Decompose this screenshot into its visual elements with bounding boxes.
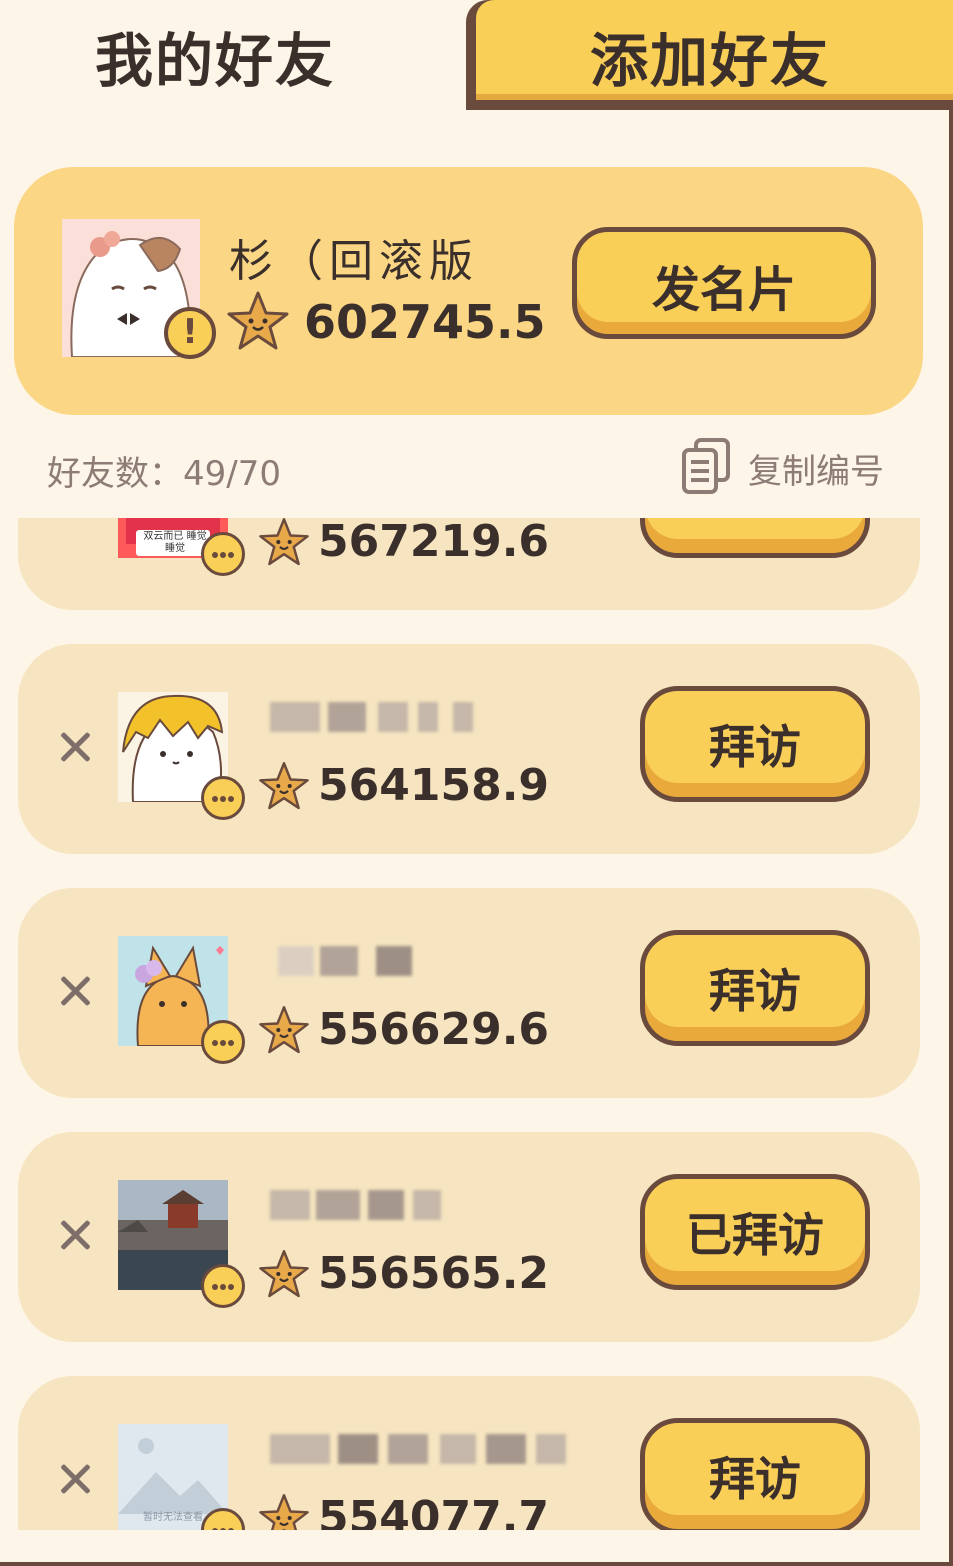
star-icon [259,518,309,566]
friend-row: 564158.9 拜访 [18,644,920,854]
copy-icon [682,438,730,494]
warning-badge-icon: ! [164,307,216,359]
send-card-button-label: 发名片 [651,262,796,318]
remove-friend-icon[interactable] [58,1218,92,1252]
friend-score: 556629.6 [318,1004,550,1055]
remove-friend-icon[interactable] [58,974,92,1008]
tab-my-friends[interactable]: 我的好友 [0,0,466,110]
visit-button-label: 拜访 [709,964,801,1018]
tab-add-friend-label: 添加好友 [590,27,831,95]
visit-button-label: 拜访 [709,1452,801,1506]
remove-friend-icon[interactable] [58,730,92,764]
copy-id-button[interactable]: 复制编号 [680,436,910,496]
remove-friend-icon[interactable] [58,518,92,520]
star-icon [227,291,289,350]
more-options-icon[interactable] [201,1264,245,1308]
friend-count: 好友数：49/70 [47,446,281,495]
friend-name-redacted [268,1182,608,1228]
star-icon [259,1494,309,1530]
send-card-button[interactable]: 发名片 [572,227,876,339]
friend-avatar-caption: 双云而已 睡觉睡觉 [143,531,207,554]
friend-score: 554077.7 [318,1492,550,1530]
self-name: 杉（回滚版 [229,236,479,287]
star-icon [259,1250,309,1298]
star-icon [259,762,309,810]
friend-score: 556565.2 [318,1248,550,1299]
remove-friend-icon[interactable] [58,1462,92,1496]
friend-score: 564158.9 [318,760,550,811]
visited-button[interactable]: 已拜访 [640,1174,870,1290]
friend-name-redacted [268,694,608,740]
friend-name-redacted [268,938,608,984]
more-options-icon[interactable] [201,776,245,820]
friend-score: 567219.6 [318,518,550,567]
star-icon [259,1006,309,1054]
tab-my-friends-label: 我的好友 [95,27,336,95]
friend-count-label: 好友数： [47,454,183,494]
friend-row: 556565.2 已拜访 [18,1132,920,1342]
visit-button[interactable]: 拜访 [640,1418,870,1530]
self-score: 602745.5 [304,295,546,349]
more-options-icon[interactable] [201,1020,245,1064]
friend-name-redacted [268,1426,608,1472]
friend-row: 556629.6 拜访 [18,888,920,1098]
more-options-icon[interactable] [201,532,245,576]
visit-button[interactable] [640,518,870,558]
friend-row: 暂时无法查看 554077.7 拜访 [18,1376,920,1530]
self-card: ! 杉（回滚版 602745.5 发名片 [14,167,923,415]
tab-add-friend[interactable]: 添加好友 [466,0,953,110]
friend-row: 双云而已 睡觉睡觉 567219.6 [18,518,920,610]
visit-button[interactable]: 拜访 [640,930,870,1046]
friend-count-value: 49/70 [183,454,281,494]
visit-button-label: 拜访 [709,720,801,774]
visit-button-label: 已拜访 [686,1208,824,1262]
friend-list[interactable]: 双云而已 睡觉睡觉 567219.6 564158.9 拜访 556629.6 … [0,518,953,1530]
visit-button[interactable]: 拜访 [640,686,870,802]
copy-id-label: 复制编号 [748,452,884,492]
